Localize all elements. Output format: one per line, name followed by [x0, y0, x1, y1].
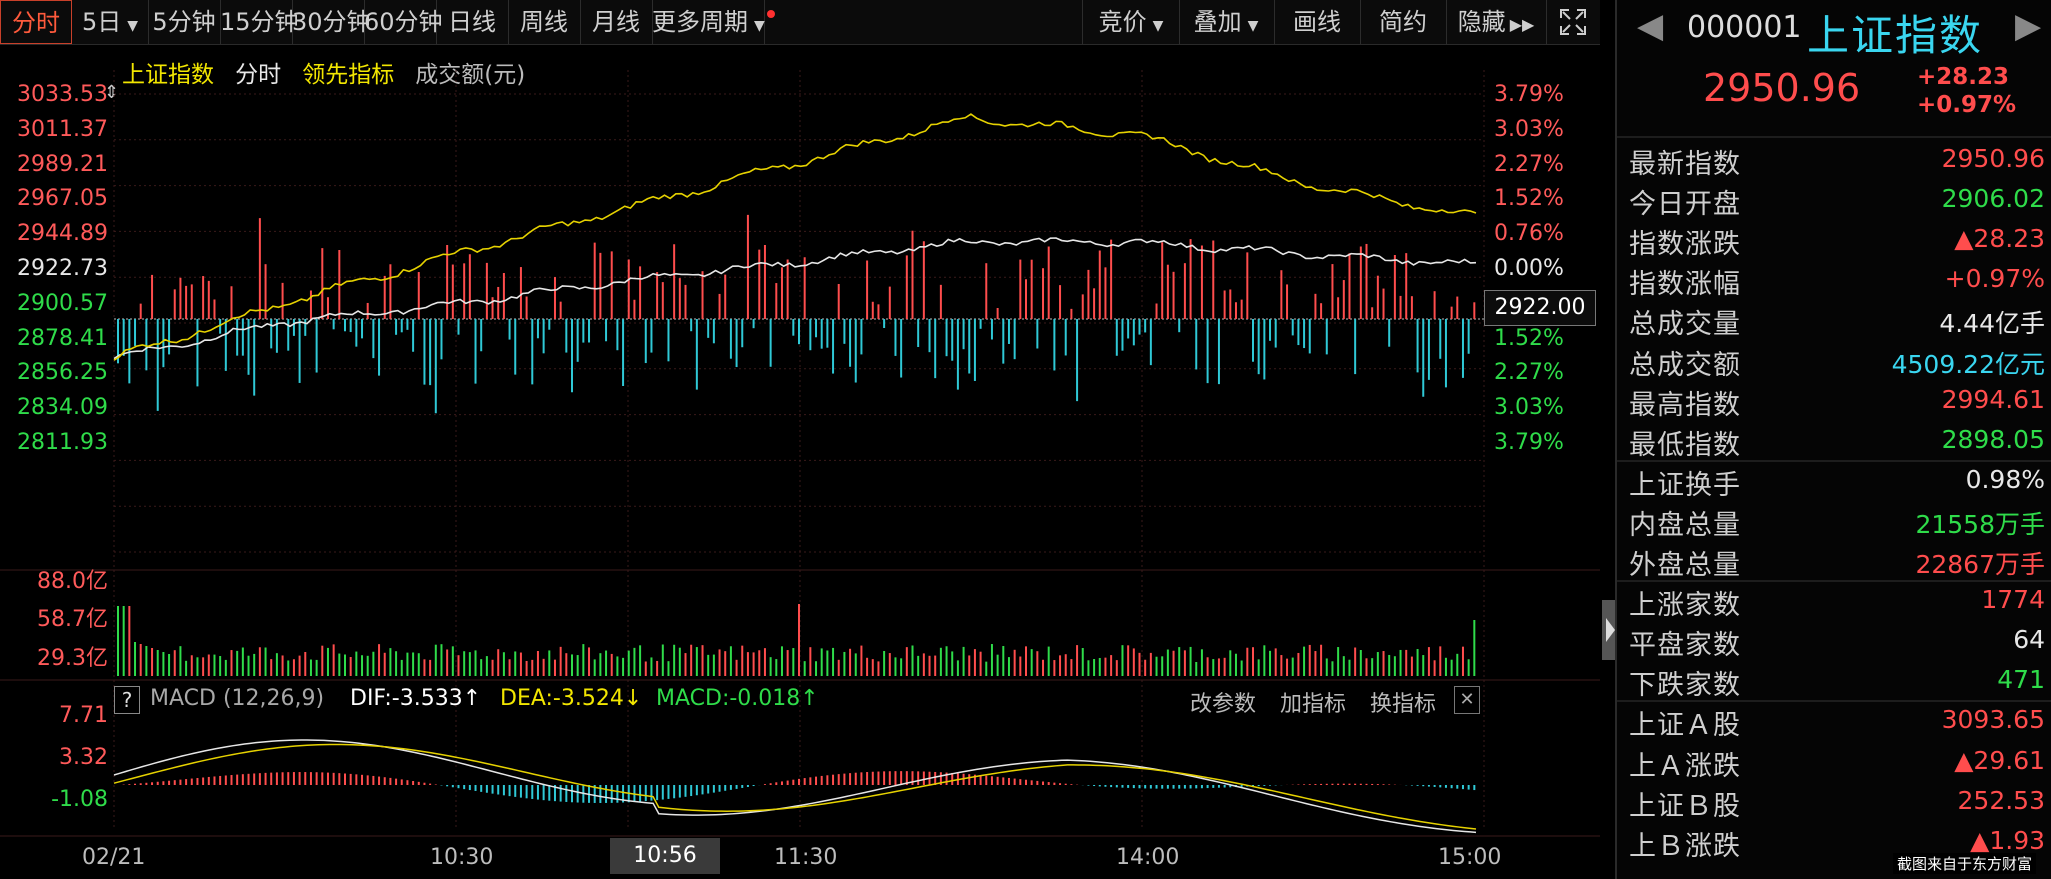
quote-row-label: 指数涨幅: [1629, 269, 1741, 301]
quote-row-value: ▲29.61: [1954, 745, 2045, 775]
quote-row-label: 上证Ａ股: [1629, 710, 1741, 742]
quote-row-label: 上证Ｂ股: [1629, 790, 1741, 822]
quote-row-value: 252.53: [1957, 785, 2045, 815]
time-tick-date: 02/21: [82, 845, 146, 870]
time-cursor-tag: 10:56: [610, 838, 720, 874]
quote-row-value: +0.97%: [1944, 264, 2045, 294]
quote-row: 总成交额 4509.22亿元: [1617, 341, 2051, 381]
macd-dif: DIF:-3.533↑: [350, 686, 482, 711]
quote-row-label: 上证换手: [1629, 469, 1741, 501]
macd-value: MACD:-0.018↑: [656, 686, 819, 711]
quote-row-label: 外盘总量: [1629, 550, 1741, 581]
quote-row-value: 22867万手: [1915, 550, 2045, 579]
quote-row: 上证Ａ股 3093.65: [1617, 701, 2051, 741]
macd-axis-top: 7.71: [59, 703, 108, 728]
change-params-button[interactable]: 改参数: [1190, 686, 1256, 718]
prev-symbol-icon[interactable]: ◀: [1637, 6, 1663, 46]
time-tick-1030: 10:30: [430, 845, 494, 870]
volume-axis-88: 88.0亿: [37, 569, 108, 594]
quote-row-label: 上Ｂ涨跌: [1629, 830, 1741, 862]
quote-row-label: 内盘总量: [1629, 509, 1741, 541]
quote-row-label: 最新指数: [1629, 149, 1741, 180]
stock-code: 000001: [1687, 10, 1802, 45]
quote-row-label: 指数涨跌: [1629, 229, 1741, 261]
quote-row-value: 2950.96: [1941, 144, 2045, 173]
quote-row: 下跌家数 471: [1617, 661, 2051, 701]
quote-row: 上证Ｂ股 252.53: [1617, 782, 2051, 822]
close-icon[interactable]: ✕: [1454, 686, 1480, 714]
dea-line: [113, 743, 1477, 830]
series-line: [113, 237, 1477, 360]
quote-row-value: 3093.65: [1941, 705, 2045, 735]
quote-row-value: 0.98%: [1965, 464, 2045, 494]
intraday-chart: [0, 70, 1600, 837]
quote-row-label: 平盘家数: [1629, 630, 1741, 662]
quote-row-value: ▲1.93: [1970, 825, 2045, 855]
watermark: 截图来自于东方财富: [1893, 853, 2037, 874]
quote-row-value: 4509.22亿元: [1891, 349, 2045, 379]
volume-axis-29: 29.3亿: [37, 646, 108, 671]
quote-row: 上涨家数 1774: [1617, 581, 2051, 621]
dif-line: [113, 739, 1477, 834]
quote-row-value: 2898.05: [1941, 424, 2045, 454]
quote-row: 上Ａ涨跌 ▲29.61: [1617, 742, 2051, 782]
volume-axis-58: 58.7亿: [37, 607, 108, 632]
macd-axis-mid: 3.32: [59, 745, 108, 770]
quote-row: 上证换手 0.98%: [1617, 461, 2051, 501]
quote-row: 总成交量 4.44亿手: [1617, 300, 2051, 340]
quote-row-label: 最高指数: [1629, 389, 1741, 421]
price-change: +28.23: [1917, 64, 2010, 90]
quote-row: 外盘总量 22867万手: [1617, 541, 2051, 581]
quote-row: 平盘家数 64: [1617, 621, 2051, 661]
time-tick-1400: 14:00: [1116, 845, 1180, 870]
quote-row: 内盘总量 21558万手: [1617, 501, 2051, 541]
quote-row-label: 总成交额: [1629, 349, 1741, 381]
quote-row-label: 总成交量: [1629, 309, 1741, 341]
time-tick-1500: 15:00: [1438, 845, 1502, 870]
quote-row: 最新指数 2950.96: [1617, 140, 2051, 180]
quote-row-value: 21558万手: [1915, 509, 2045, 539]
quote-row-value: 1774: [1981, 585, 2045, 615]
next-symbol-icon[interactable]: ▶: [2015, 6, 2041, 46]
quote-row-value: 2906.02: [1941, 184, 2045, 214]
quote-row: 最高指数 2994.61: [1617, 381, 2051, 421]
quote-row-label: 上涨家数: [1629, 590, 1741, 622]
time-tick-1130: 11:30: [774, 845, 838, 870]
macd-title: MACD (12,26,9): [150, 686, 325, 711]
quote-row-value: 64: [2013, 625, 2045, 655]
help-icon[interactable]: ?: [114, 686, 140, 714]
quote-row-value: 2994.61: [1941, 384, 2045, 414]
quote-row: 指数涨幅 +0.97%: [1617, 260, 2051, 300]
stock-name: 上证指数: [1807, 11, 1984, 60]
quote-panel: ◀ 000001 上证指数 ▶ 2950.96 +28.23 +0.97% 最新…: [1615, 0, 2051, 879]
divider: [1617, 136, 2051, 138]
price-change-pct: +0.97%: [1917, 92, 2017, 118]
quote-row: 指数涨跌 ▲28.23: [1617, 220, 2051, 260]
ref-price-tag: 2922.00: [1484, 290, 1596, 326]
quote-row-value: 471: [1997, 665, 2045, 695]
switch-indicator-button[interactable]: 换指标: [1370, 686, 1436, 718]
current-price: 2950.96: [1703, 66, 1861, 110]
quote-row: 今日开盘 2906.02: [1617, 180, 2051, 220]
quote-row-label: 最低指数: [1629, 429, 1741, 461]
macd-header: ? MACD (12,26,9) DIF:-3.533↑ DEA:-3.524↓…: [114, 684, 1480, 718]
quote-row-value: ▲28.23: [1954, 224, 2045, 254]
macd-axis-bottom: -1.08: [51, 787, 108, 812]
add-indicator-button[interactable]: 加指标: [1280, 686, 1346, 718]
quote-row-label: 今日开盘: [1629, 189, 1741, 221]
quote-row-label: 下跌家数: [1629, 670, 1741, 702]
quote-row-label: 上Ａ涨跌: [1629, 750, 1741, 782]
macd-dea: DEA:-3.524↓: [500, 686, 643, 711]
quote-row-value: 4.44亿手: [1939, 309, 2045, 339]
quote-row: 最低指数 2898.05: [1617, 421, 2051, 461]
